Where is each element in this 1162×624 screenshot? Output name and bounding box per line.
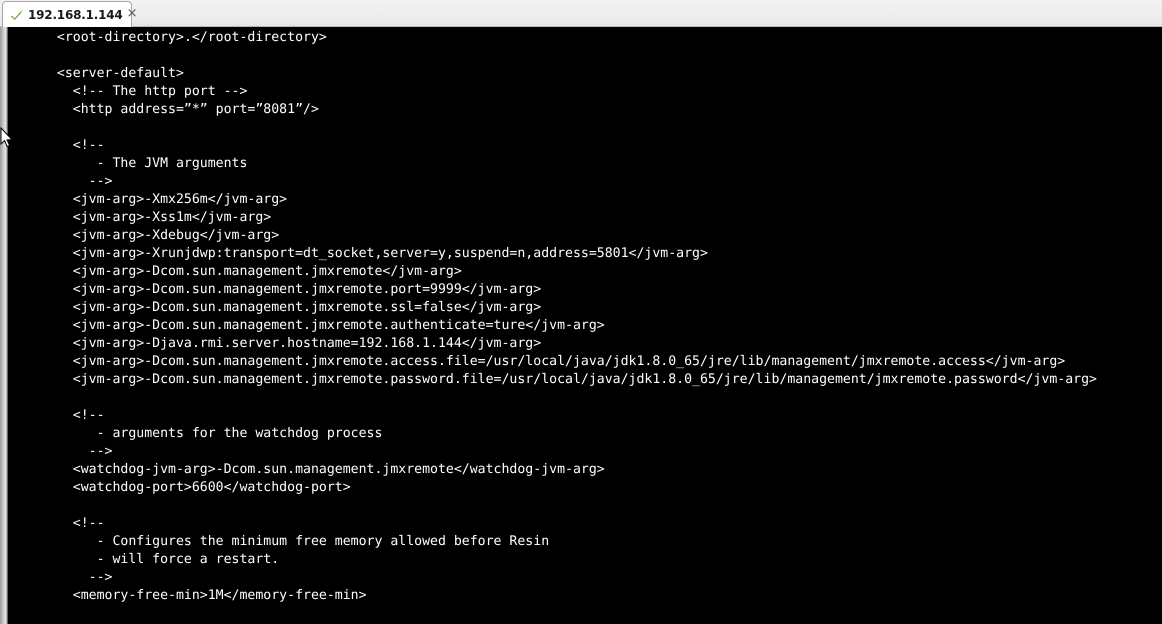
close-icon[interactable]: × — [123, 7, 142, 22]
tab-192-168-1-144[interactable]: 192.168.1.144 × — [2, 1, 137, 27]
terminal-screen[interactable]: <root-directory>.</root-directory> <serv… — [11, 27, 1162, 624]
tab-bar-background — [0, 0, 1162, 26]
tab-bar: 192.168.1.144 × — [0, 0, 1162, 27]
tab-title: 192.168.1.144 — [28, 7, 123, 22]
window-left-border[interactable] — [0, 27, 8, 624]
terminal-body: <root-directory>.</root-directory> <serv… — [0, 27, 1162, 624]
terminal-text: <root-directory>.</root-directory> <serv… — [56, 30, 1097, 603]
terminal-window: 192.168.1.144 × <root-directory>.</root-… — [0, 0, 1162, 624]
green-check-icon — [10, 9, 23, 20]
